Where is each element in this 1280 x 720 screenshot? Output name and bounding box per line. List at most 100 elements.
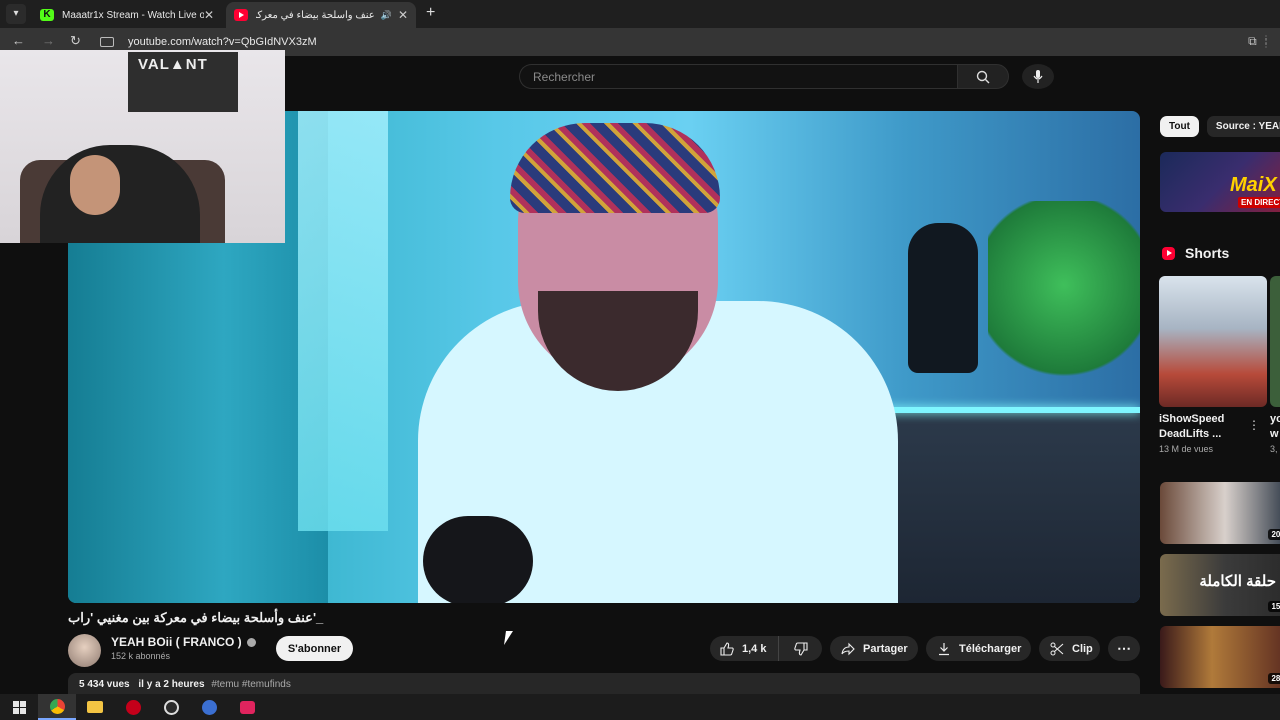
like-count: 1,4 k [742,642,767,655]
short-views-2: 3, [1270,444,1278,454]
channel-name-link[interactable]: YEAH BOii ( FRANCO ) [111,635,256,649]
download-label: Télécharger [959,642,1022,655]
search-icon [976,70,990,83]
audio-icon[interactable]: 🔊 [381,10,392,21]
short-thumbnail-1[interactable] [1159,276,1267,407]
like-button[interactable]: 1,4 k [710,636,779,661]
mouse-cursor [504,631,513,645]
recommended-video-thumbnail[interactable]: حلقة الكاملة 15: [1160,554,1280,616]
voice-search-button[interactable] [1022,64,1054,89]
app-blue-icon [201,699,217,715]
dislike-icon [793,641,808,656]
tab-title: عنف وأسلحة بيضاء في معركة [256,9,375,21]
video-frame-shoe-shelf [868,411,1140,603]
video-frame-led-strip [868,407,1140,413]
browser-tab-bar: ▾ K Maaatr1x Stream - Watch Live on Kick… [0,0,1280,28]
tab-kick-stream[interactable]: K Maaatr1x Stream - Watch Live on Kick ✕ [32,2,222,28]
webcam-face [70,155,120,215]
taskbar-app-obs[interactable] [152,694,190,720]
share-button[interactable]: Partager [830,636,918,661]
webcam-poster-text: VAL▲NT [138,56,208,73]
windows-taskbar [0,694,1280,720]
url-text[interactable]: youtube.com/watch?v=QbGIdNVX3zM [128,36,317,48]
start-button[interactable] [0,694,38,720]
related-filter-chips: Tout Source : YEAH BOii [1160,116,1280,137]
shorts-header: Shorts [1162,245,1229,261]
youtube-icon [234,9,248,21]
video-title: _'عنف وأسلحة بيضاء في معركة بين مغنيي 'ر… [68,610,324,625]
live-badge: EN DIRECT [1238,197,1280,208]
reload-icon[interactable]: ↻ [70,33,81,49]
subscriber-count: 152 k abonnés [111,651,171,661]
short-more-icon[interactable]: ⋮ [1248,418,1260,432]
shorts-icon [1162,246,1175,260]
video-duration: 28: [1268,673,1280,684]
view-count: 5 434 vues [79,679,130,690]
close-icon[interactable]: ✕ [204,8,214,22]
tab-search-chevron-down-icon[interactable]: ▾ [6,4,26,24]
forward-icon[interactable]: → [42,33,55,48]
chrome-icon [49,698,65,714]
video-frame-window [298,111,388,531]
short-title-1[interactable]: iShowSpeed DeadLifts ... [1159,412,1239,442]
back-icon[interactable]: ← [12,33,25,48]
obs-icon [163,699,179,715]
chip-all[interactable]: Tout [1160,116,1199,137]
mic-icon [1033,69,1043,83]
taskbar-app-blue[interactable] [190,694,228,720]
short-views-1: 13 M de vues [1159,444,1214,454]
video-frame-plant [988,201,1140,411]
new-tab-plus-icon[interactable]: + [426,4,435,22]
video-duration: 20: [1268,529,1280,540]
folder-icon [87,701,103,713]
webcam-overlay: VAL▲NT [0,50,285,243]
windows-icon [12,700,26,714]
channel-name[interactable]: YEAH BOii ( FRANCO ) [111,635,242,649]
site-settings-icon[interactable] [100,37,114,47]
search-input[interactable] [519,64,957,89]
share-label: Partager [863,642,908,655]
live-thumb-text: MaiX [1230,174,1277,196]
search-button[interactable] [957,64,1009,89]
shorts-title: Shorts [1185,245,1230,261]
taskbar-app-pink[interactable] [228,694,266,720]
more-actions-button[interactable]: ⋯ [1108,636,1140,661]
video-frame-bear-figure [908,223,978,373]
clip-label: Clip [1072,642,1093,655]
close-icon[interactable]: ✕ [398,8,408,22]
download-button[interactable]: Télécharger [926,636,1031,661]
tab-title: Maaatr1x Stream - Watch Live on Kick [62,9,204,21]
recommended-video-thumbnail[interactable]: 20: [1160,482,1280,544]
cast-icon[interactable]: ⧉ ┊ [1248,34,1272,49]
video-duration: 15: [1268,601,1280,612]
subscribe-button[interactable]: S'abonner [276,636,353,661]
address-bar[interactable]: youtube.com/watch?v=QbGIdNVX3zM [100,32,1240,52]
taskbar-chrome[interactable] [38,694,76,720]
thumbnail-overlay-text: حلقة الكاملة [1199,573,1276,590]
short-title-2[interactable]: yo w [1270,412,1280,442]
short-thumbnail-2[interactable] [1270,276,1280,407]
clip-icon [1050,642,1064,655]
video-frame-microphone [423,516,533,603]
video-frame-cap [510,123,720,213]
search-box [519,64,1009,89]
dislike-button[interactable] [779,641,822,656]
clip-button[interactable]: Clip [1039,636,1100,661]
share-icon [841,642,855,655]
app-pink-icon [239,700,255,714]
hashtags[interactable]: #temu #temufinds [211,679,291,690]
like-icon [720,641,734,656]
chip-source[interactable]: Source : YEAH BOii [1206,116,1280,137]
like-dislike-group: 1,4 k [710,636,822,661]
more-icon: ⋯ [1117,640,1131,656]
taskbar-app-red[interactable] [114,694,152,720]
tab-youtube-video[interactable]: عنف وأسلحة بيضاء في معركة 🔊 ✕ [226,2,416,28]
kick-icon: K [40,9,54,21]
recommended-video-thumbnail[interactable]: 28: [1160,626,1280,688]
verified-icon [246,638,256,648]
live-stream-thumbnail[interactable]: MaiX EN DIRECT [1160,152,1280,212]
taskbar-file-explorer[interactable] [76,694,114,720]
channel-avatar[interactable] [68,634,101,667]
upload-time: il y a 2 heures [138,679,205,690]
download-icon [939,642,949,655]
